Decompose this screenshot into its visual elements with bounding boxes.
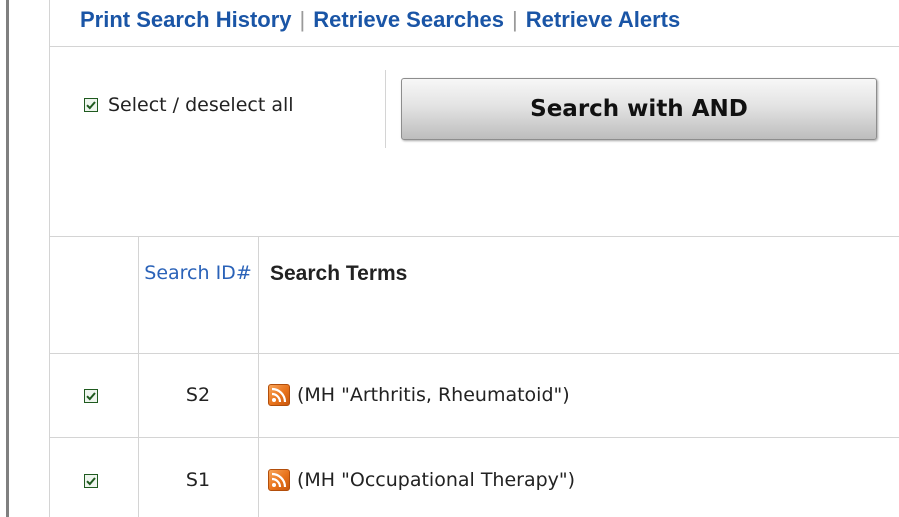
sort-by-search-id-header[interactable]: Search ID#: [138, 258, 258, 288]
search-with-and-button[interactable]: Search with AND: [401, 78, 877, 140]
select-all-toggle[interactable]: Select / deselect all: [84, 94, 294, 116]
search-id-cell: S1: [185, 469, 211, 491]
select-all-checkbox[interactable]: [84, 98, 98, 112]
row-divider: [50, 437, 899, 438]
search-terms-cell: (MH "Arthritis, Rheumatoid"): [268, 384, 570, 406]
toolbar-divider: [50, 46, 899, 47]
table-top-border: [50, 236, 899, 237]
checkmark-icon: [86, 101, 96, 110]
search-terms-text: (MH "Arthritis, Rheumatoid"): [297, 384, 570, 406]
retrieve-searches-link[interactable]: Retrieve Searches: [313, 7, 504, 32]
toolbar-separator: |: [512, 7, 518, 32]
search-id-cell: S2: [185, 384, 211, 406]
retrieve-alerts-link[interactable]: Retrieve Alerts: [526, 7, 680, 32]
search-terms-text: (MH "Occupational Therapy"): [297, 469, 576, 491]
print-search-history-link[interactable]: Print Search History: [80, 7, 292, 32]
controls-divider: [385, 70, 386, 148]
search-terms-header: Search Terms: [270, 262, 408, 285]
checkmark-icon: [86, 477, 96, 486]
search-history-panel: Print Search History | Retrieve Searches | R…: [0, 0, 899, 517]
checkmark-icon: [86, 392, 96, 401]
left-border: [6, 0, 9, 517]
row-divider: [50, 353, 899, 354]
row-checkbox[interactable]: [84, 389, 98, 403]
toolbar-separator: |: [299, 7, 306, 32]
rss-feed-icon[interactable]: [268, 384, 290, 406]
search-history-area: Print Search History | Retrieve Searches | R…: [49, 0, 899, 517]
select-all-label: Select / deselect all: [108, 94, 294, 116]
column-divider: [258, 236, 259, 517]
search-terms-cell: (MH "Occupational Therapy"): [268, 469, 575, 491]
history-toolbar: Print Search History | Retrieve Searches | R…: [50, 0, 899, 46]
rss-feed-icon[interactable]: [268, 469, 290, 491]
row-checkbox[interactable]: [84, 474, 98, 488]
